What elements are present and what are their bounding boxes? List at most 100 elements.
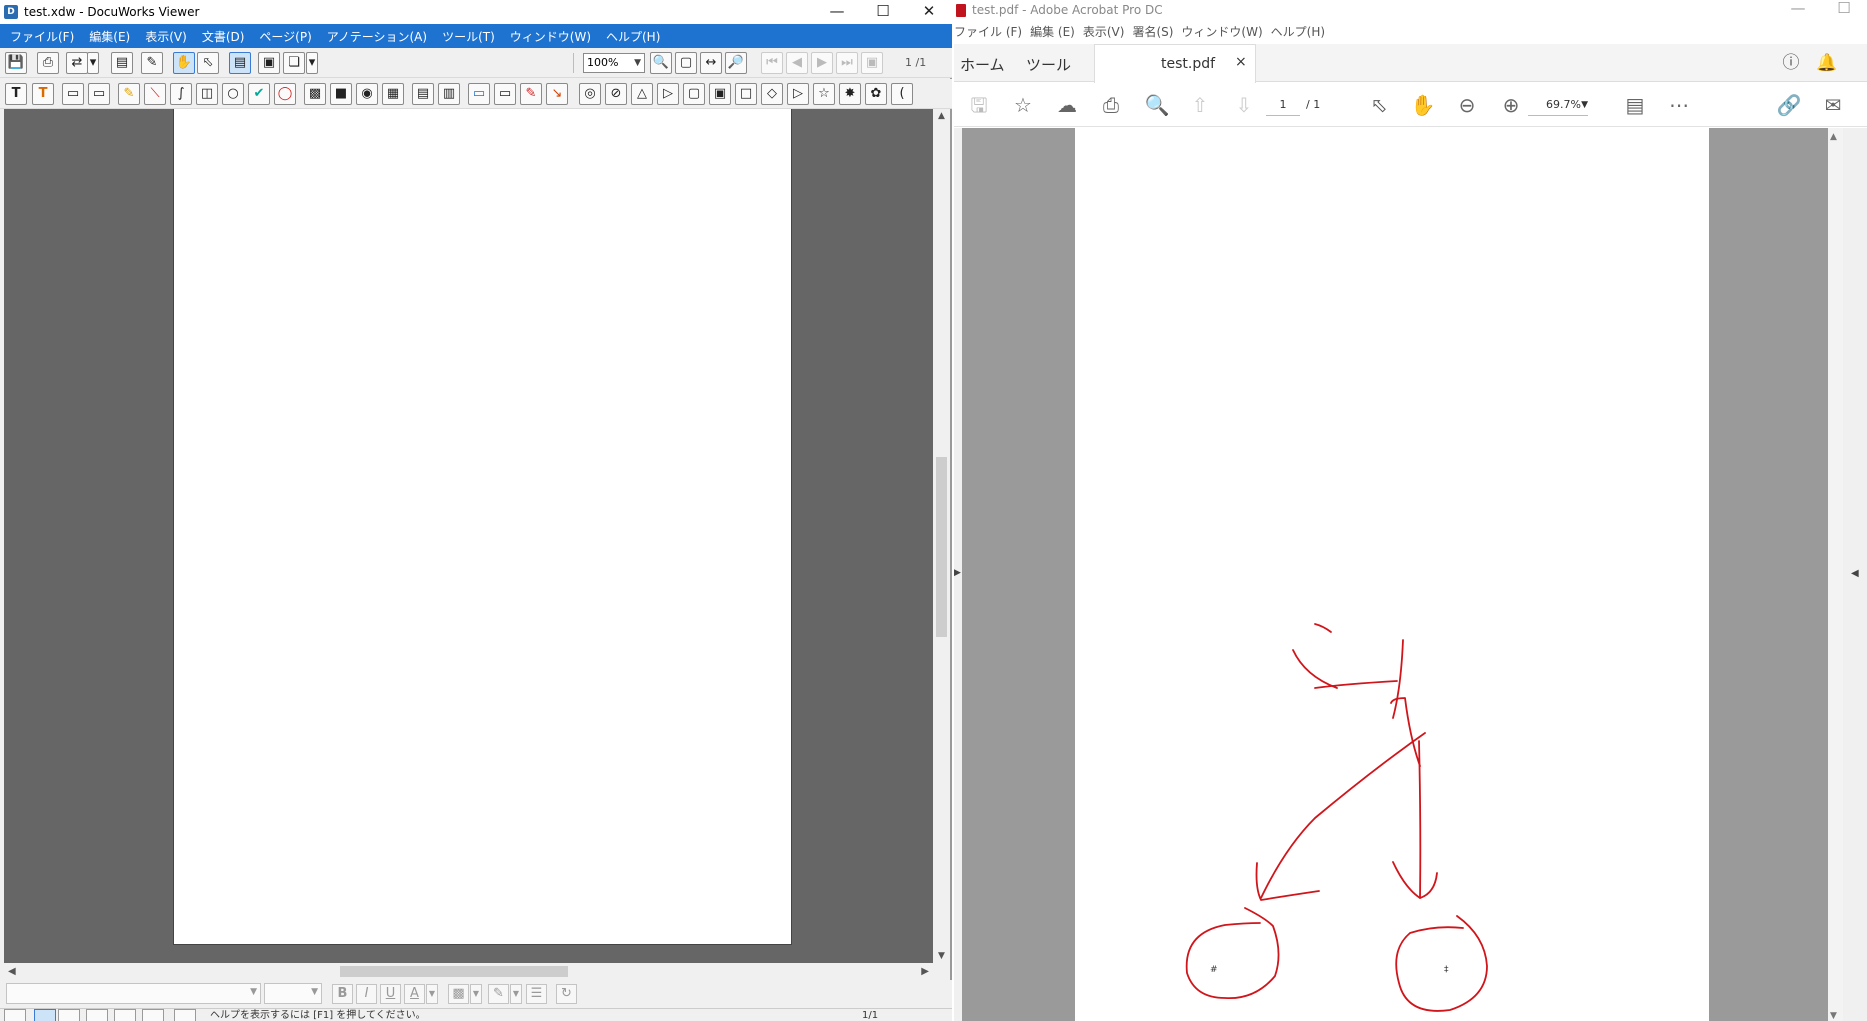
burst-icon[interactable]: ✸ [839,83,861,105]
scroll-up-icon[interactable]: ▲ [1830,132,1837,142]
font-size-select[interactable]: ▼ [264,983,322,1004]
rounded-rect-icon[interactable]: □ [735,83,757,105]
framed-square-icon[interactable]: ▣ [709,83,731,105]
view-mode-5-icon[interactable] [114,1009,136,1021]
triangle-icon[interactable]: △ [631,83,653,105]
zoom-out-icon[interactable]: ⊖ [1454,93,1480,117]
menu-annotation[interactable]: アノテーション(A) [327,28,427,45]
view-mode-6-icon[interactable] [142,1009,164,1021]
minimize-button[interactable]: — [814,0,860,24]
square-shape-icon[interactable]: ▢ [683,83,705,105]
circle-stamp-icon[interactable]: ◉ [356,83,378,105]
fill-color-icon[interactable]: ▩ [448,984,469,1004]
view-mode-4-icon[interactable] [86,1009,108,1021]
scroll-down-icon[interactable]: ▼ [1830,1011,1837,1021]
view-mode-1-icon[interactable] [4,1009,26,1021]
page-form-icon[interactable]: ▤ [412,83,434,105]
view-mode-3-icon[interactable] [58,1009,80,1021]
font-name-select[interactable]: ▼ [6,983,261,1004]
docuworks-blank-page[interactable] [173,109,792,945]
bookmark-star-icon[interactable]: ☆ [1010,93,1036,117]
page-display-icon[interactable]: ▤ [1622,93,1648,117]
rectangle-icon[interactable]: ▭ [468,83,490,105]
acrobat-maximize-button[interactable]: ☐ [1821,0,1867,18]
ac-menu-file[interactable]: ファイル (F) [954,23,1022,40]
tab-document[interactable]: test.pdf × [1094,44,1256,83]
line-color-icon[interactable]: ✎ [488,984,509,1004]
text-tool-icon[interactable]: T [5,83,27,105]
bracket-icon[interactable]: ( [891,83,913,105]
page-number-input[interactable]: 1 [1266,94,1300,116]
properties-icon[interactable]: ▤ [111,52,133,74]
horizontal-scrollbar[interactable]: ◀ ▶ [4,963,933,980]
menu-file[interactable]: ファイル(F) [10,28,74,45]
fill-rect-icon[interactable]: ■ [330,83,352,105]
mark-icon[interactable]: ▦ [382,83,404,105]
play-shape-icon[interactable]: ▷ [657,83,679,105]
close-button[interactable]: ✕ [906,0,952,24]
acrobat-minimize-button[interactable]: — [1775,0,1821,18]
underline-button[interactable]: U [380,984,401,1004]
page-up-icon[interactable]: ⇧ [1187,93,1213,117]
bold-button[interactable]: B [332,984,353,1004]
menu-help[interactable]: ヘルプ(H) [606,28,660,45]
italic-button[interactable]: I [356,984,377,1004]
line-box-alt-icon[interactable]: ▭ [88,83,110,105]
marker-icon[interactable]: ✔ [248,83,270,105]
scroll-up-icon[interactable]: ▲ [933,111,950,121]
balloon-icon[interactable]: ○ [222,83,244,105]
callout-icon[interactable]: ◫ [196,83,218,105]
print-icon[interactable]: ⎙ [1098,93,1124,117]
zoom-in-icon[interactable]: ⊕ [1498,93,1524,117]
scroll-left-icon[interactable]: ◀ [8,963,16,980]
view-mode-2-icon[interactable] [34,1009,56,1021]
line-color-dropdown-icon[interactable]: ▼ [510,984,522,1004]
date-stamp-icon[interactable]: ▩ [304,83,326,105]
ac-menu-edit[interactable]: 編集 (E) [1030,23,1075,40]
font-color-button[interactable]: A [404,984,425,1004]
diamond-icon[interactable]: ◇ [761,83,783,105]
docuworks-document-area[interactable] [4,109,933,963]
star-icon[interactable]: ☆ [813,83,835,105]
next-page-icon[interactable]: ▶ [811,52,833,74]
hand-tool-icon[interactable]: ✋ [1410,93,1436,117]
horizontal-scroll-thumb[interactable] [340,966,568,977]
help-icon[interactable]: ⓘ [1780,52,1802,74]
highlighter-icon[interactable]: ✎ [118,83,140,105]
more-tools-icon[interactable]: ⋯ [1666,93,1692,117]
send-icon[interactable]: ⇄ [66,52,88,74]
fill-color-dropdown-icon[interactable]: ▼ [470,984,482,1004]
maximize-button[interactable]: ☐ [860,0,906,24]
left-pane-handle[interactable]: ▶ [954,128,962,1021]
save-icon[interactable]: 🖫 [966,93,992,117]
copy-dropdown-icon[interactable]: ▾ [306,52,318,74]
menu-document[interactable]: 文書(D) [202,28,245,45]
freehand-icon[interactable]: ∫ [170,83,192,105]
vertical-scroll-thumb[interactable] [936,457,947,637]
scroll-right-icon[interactable]: ▶ [921,963,929,980]
notifications-bell-icon[interactable]: 🔔 [1816,52,1838,74]
magnifier-icon[interactable]: 🔎 [725,52,747,74]
circle-icon[interactable]: ◎ [579,83,601,105]
tab-tools[interactable]: ツール [1026,54,1071,75]
fit-width-icon[interactable]: ↔ [700,52,722,74]
expand-left-pane-icon[interactable]: ▶ [954,568,961,578]
thumbnail-icon[interactable]: ▣ [258,52,280,74]
email-icon[interactable]: ✉ [1820,93,1846,117]
select-arrow-icon[interactable]: ⬁ [1366,93,1392,117]
save-icon[interactable]: 💾 [5,52,27,74]
cloud-upload-icon[interactable]: ☁ [1054,93,1080,117]
share-link-icon[interactable]: 🔗 [1776,93,1802,117]
copy-icon[interactable]: ❏ [283,52,305,74]
close-tab-icon[interactable]: × [1235,54,1247,70]
thin-rect-icon[interactable]: ▭ [494,83,516,105]
first-page-icon[interactable]: ⏮ [761,52,783,74]
acrobat-vertical-scrollbar[interactable]: ▲ ▼ [1828,128,1843,1021]
last-page-icon[interactable]: ⏭ [836,52,858,74]
search-icon[interactable]: 🔍 [1144,93,1170,117]
menu-page[interactable]: ページ(P) [259,28,311,45]
menu-edit[interactable]: 編集(E) [89,28,130,45]
font-color-dropdown-icon[interactable]: ▼ [426,984,438,1004]
text-tool-alt-icon[interactable]: T [32,83,54,105]
view-mode-7-icon[interactable] [174,1009,196,1021]
